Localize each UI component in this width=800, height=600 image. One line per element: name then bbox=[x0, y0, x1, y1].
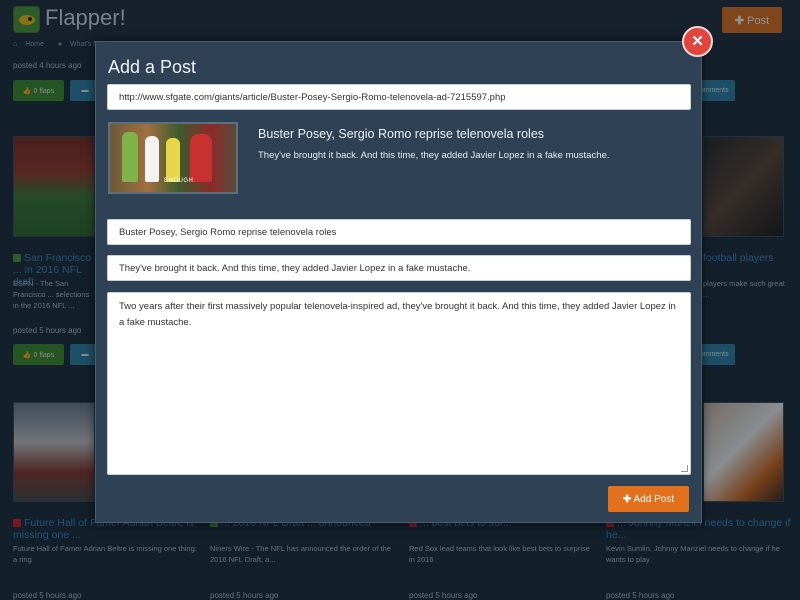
title-input[interactable] bbox=[107, 219, 691, 245]
textarea-resize-handle[interactable] bbox=[681, 465, 688, 472]
plus-icon: ✚ bbox=[622, 493, 632, 505]
preview-image-caption: ENOUGH bbox=[164, 178, 194, 184]
url-input[interactable] bbox=[107, 84, 691, 110]
summary-input[interactable] bbox=[107, 255, 691, 281]
body-textarea[interactable]: Two years after their first massively po… bbox=[107, 292, 691, 475]
modal-title: Add a Post bbox=[108, 57, 197, 77]
close-icon[interactable]: ✕ bbox=[682, 26, 713, 57]
preview-description: They've brought it back. And this time, … bbox=[258, 150, 610, 161]
add-post-button[interactable]: ✚ Add Post bbox=[608, 486, 689, 512]
preview-image: ENOUGH bbox=[108, 122, 238, 194]
add-post-button-label: Add Post bbox=[633, 493, 675, 505]
preview-title: Buster Posey, Sergio Romo reprise teleno… bbox=[258, 127, 545, 141]
add-post-modal: Add a Post ENOUGH Buster Posey, Sergio R… bbox=[95, 41, 702, 523]
